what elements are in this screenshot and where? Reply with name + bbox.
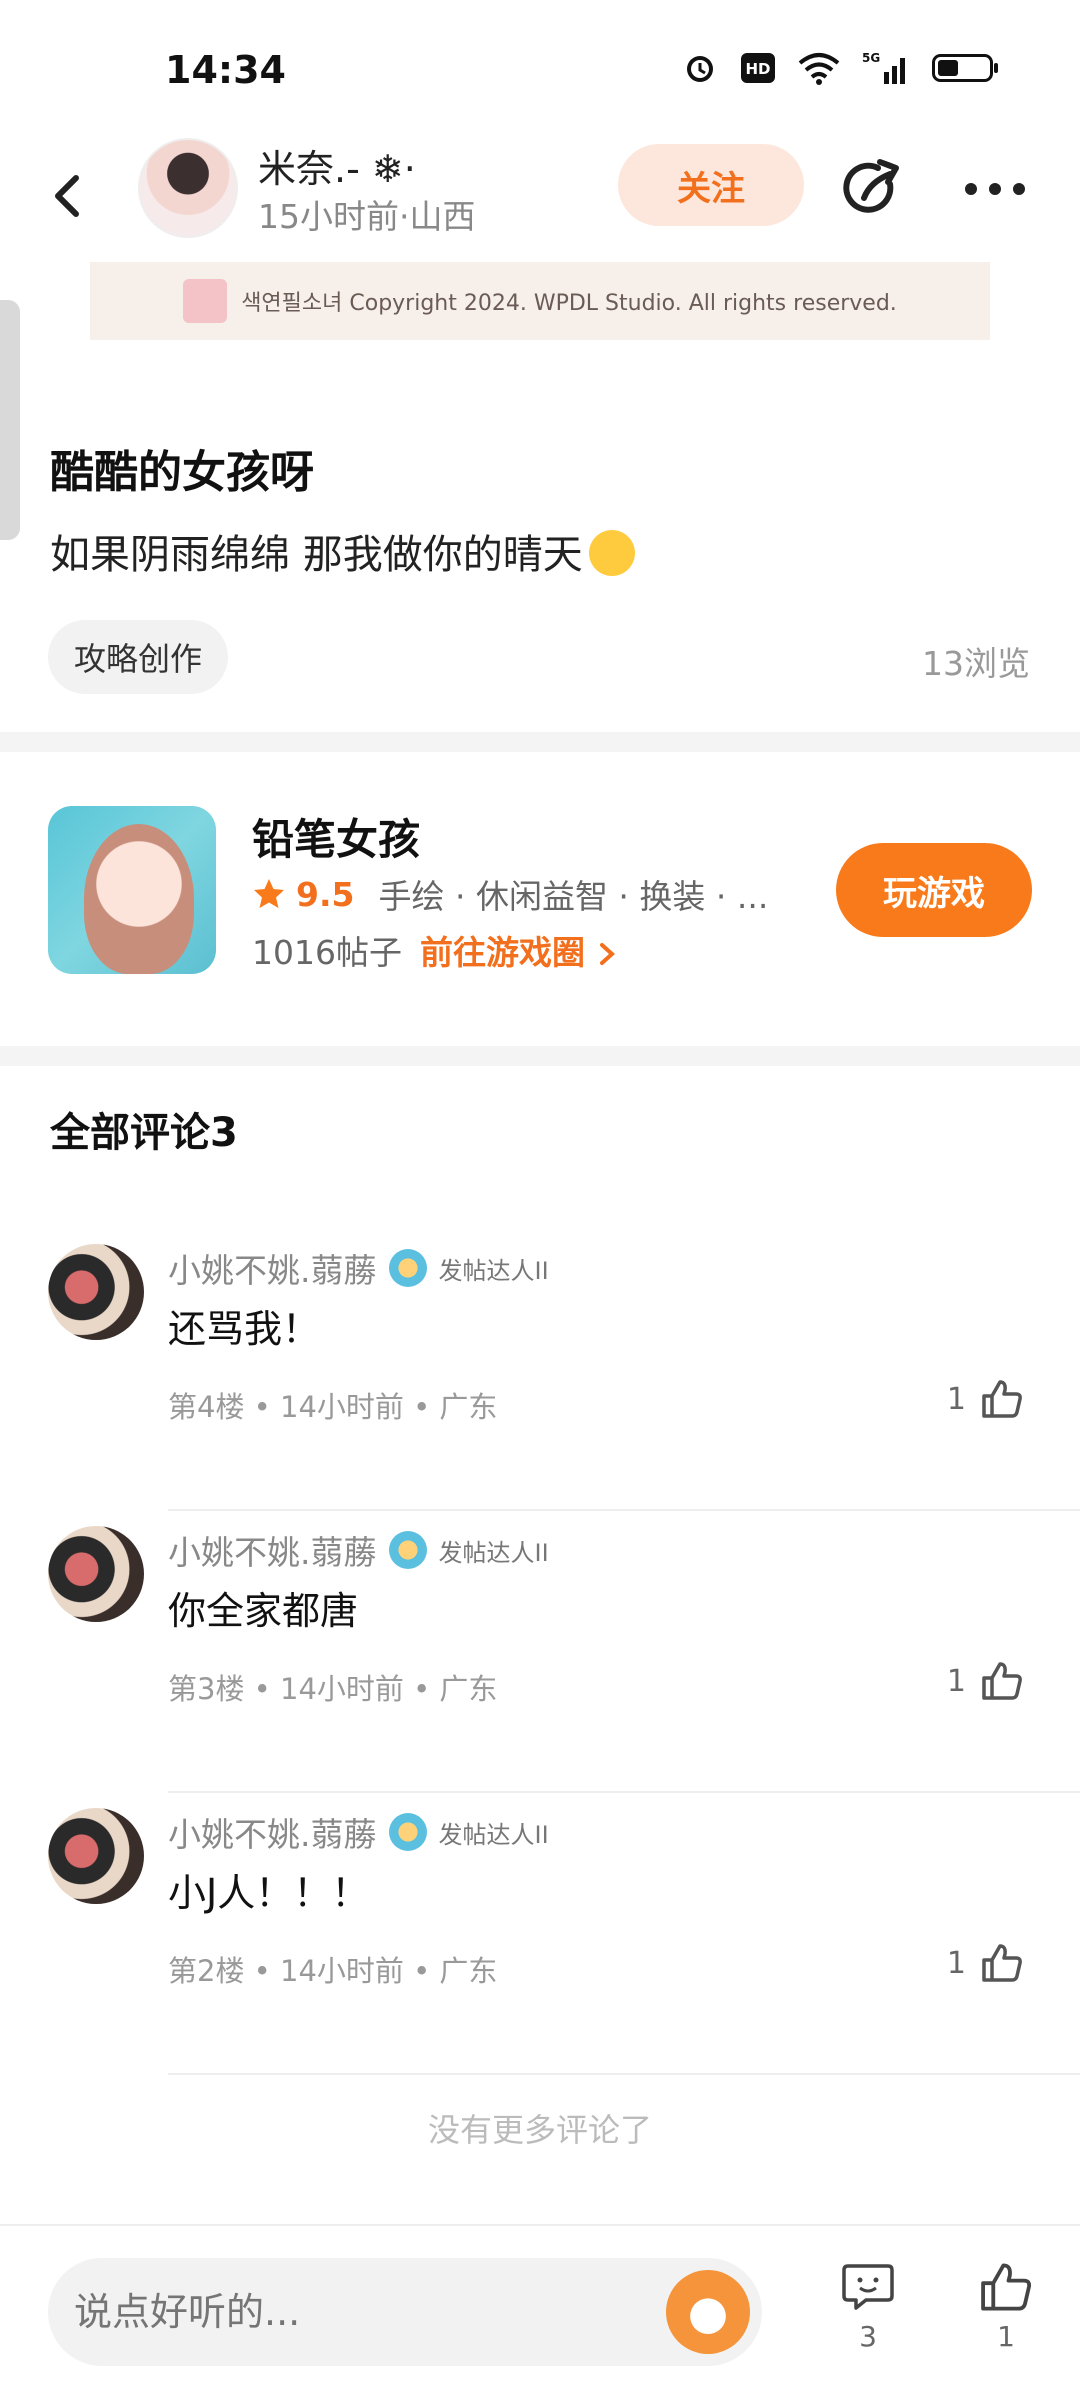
more-button[interactable] <box>955 154 1035 224</box>
comment-item: 小姚不姚.蒻蕂 发帖达人II 小J人！！！ 第2楼 • 14小时前 • 广东 1 <box>0 1794 1080 2076</box>
share-button[interactable] <box>840 154 910 224</box>
post-body: 如果阴雨绵绵 那我做你的晴天 <box>50 522 635 580</box>
comment-icon <box>842 2264 894 2310</box>
hd-icon: HD <box>740 52 776 84</box>
comment-item: 小姚不姚.蒻蕂 发帖达人II 还骂我！ 第4楼 • 14小时前 • 广东 1 <box>0 1230 1080 1512</box>
comment-text[interactable]: 还骂我！ <box>168 1298 320 1353</box>
thumbs-up-icon <box>982 1380 1022 1418</box>
badge-icon <box>388 1531 427 1569</box>
thumbs-up-icon <box>982 1944 1022 1982</box>
comment-meta: 第4楼 • 14小时前 • 广东 <box>168 1390 498 1424</box>
comment-like-button[interactable]: 1 <box>947 1942 1024 1984</box>
comment-like-count: 1 <box>946 1381 966 1417</box>
badge-icon <box>388 1813 427 1851</box>
like-count-button[interactable]: 1 <box>978 2260 1034 2353</box>
post-tag[interactable]: 攻略创作 <box>48 620 229 694</box>
alarm-icon <box>682 50 718 86</box>
wifi-icon <box>798 51 840 85</box>
follow-button[interactable]: 关注 <box>618 144 804 226</box>
avatar[interactable] <box>48 1244 144 1340</box>
svg-text:HD: HD <box>745 60 770 78</box>
author-name[interactable]: 米奈.- ❄· <box>258 138 416 193</box>
comment-input[interactable] <box>48 2258 762 2366</box>
comment-meta: 第2楼 • 14小时前 • 广东 <box>168 1954 498 1988</box>
bottom-bar-divider <box>0 2224 1080 2226</box>
badge-icon <box>388 1249 427 1287</box>
mascot-emoji-icon[interactable] <box>666 2270 750 2354</box>
thumbs-up-icon <box>981 2263 1032 2311</box>
comment-like-count: 1 <box>946 1945 966 1981</box>
game-rating: 9.5 <box>296 874 355 914</box>
post-header: 米奈.- ❄· 15小时前·山西 关注 <box>0 130 1080 260</box>
star-icon <box>254 879 284 908</box>
banner-thumbnail <box>183 279 228 323</box>
comment-username[interactable]: 小姚不姚.蒻蕂 <box>168 1244 377 1292</box>
comment-user: 小姚不姚.蒻蕂 发帖达人II <box>168 1808 549 1856</box>
comment-username[interactable]: 小姚不姚.蒻蕂 <box>168 1526 377 1574</box>
comment-divider <box>168 1791 1080 1793</box>
comment-user: 小姚不姚.蒻蕂 发帖达人II <box>168 1244 549 1292</box>
comment-like-button[interactable]: 1 <box>947 1660 1024 1702</box>
comment-count: 3 <box>859 2320 877 2353</box>
status-icons: HD 5G <box>682 50 1000 86</box>
goto-game-circle-link[interactable]: 前往游戏圈 <box>420 926 619 974</box>
battery-icon <box>932 52 1000 84</box>
comment-count-button[interactable]: 3 <box>840 2260 896 2353</box>
back-button[interactable] <box>40 160 100 230</box>
yawn-emoji-icon <box>588 530 635 576</box>
comment-divider <box>168 1509 1080 1511</box>
comment-user: 小姚不姚.蒻蕂 发帖达人II <box>168 1526 549 1574</box>
user-badge: 发帖达人II <box>438 1256 549 1285</box>
game-genres: 手绘 · 休闲益智 · 换装 · ... <box>378 877 769 916</box>
thumbs-up-icon <box>982 1662 1022 1700</box>
avatar[interactable] <box>48 1526 144 1622</box>
comment-like-count: 1 <box>946 1663 966 1699</box>
image-banner[interactable]: 색연필소녀 Copyright 2024. WPDL Studio. All r… <box>90 262 990 340</box>
more-icon <box>965 183 1025 195</box>
comments-header: 全部评论3 <box>50 1110 238 1156</box>
comment-item: 小姚不姚.蒻蕂 发帖达人II 你全家都唐 第3楼 • 14小时前 • 广东 1 <box>0 1512 1080 1794</box>
view-count: 13浏览 <box>922 644 1030 683</box>
comment-text[interactable]: 小J人！！！ <box>168 1862 369 1917</box>
chevron-right-icon <box>600 943 616 965</box>
banner-text: 색연필소녀 Copyright 2024. WPDL Studio. All r… <box>241 291 897 316</box>
game-rating-row: 9.5 手绘 · 休闲益智 · 换装 · ... <box>252 870 768 918</box>
share-icon <box>843 159 899 213</box>
section-divider <box>0 1046 1080 1066</box>
comment-meta: 第3楼 • 14小时前 • 广东 <box>168 1672 498 1706</box>
goto-game-circle-label: 前往游戏圈 <box>419 933 585 972</box>
author-avatar[interactable] <box>138 138 238 238</box>
game-post-count: 1016帖子 <box>252 933 402 972</box>
status-bar: 14:34 HD 5G <box>0 0 1080 130</box>
post-body-text: 如果阴雨绵绵 那我做你的晴天 <box>50 532 583 578</box>
back-icon <box>55 175 79 217</box>
comment-username[interactable]: 小姚不姚.蒻蕂 <box>168 1808 377 1856</box>
post-title: 酷酷的女孩呀 <box>50 447 314 498</box>
game-icon-character <box>84 824 194 974</box>
game-posts-row: 1016帖子 前往游戏圈 <box>252 926 618 974</box>
comment-divider <box>168 2073 1080 2075</box>
game-name[interactable]: 铅笔女孩 <box>252 806 420 867</box>
game-icon[interactable] <box>48 806 216 974</box>
edge-scroll-handle[interactable] <box>0 300 20 540</box>
status-time: 14:34 <box>165 48 286 92</box>
section-divider <box>0 732 1080 752</box>
signal-5g-icon: 5G <box>862 50 910 86</box>
like-count: 1 <box>997 2320 1015 2353</box>
user-badge: 发帖达人II <box>438 1820 549 1849</box>
user-badge: 发帖达人II <box>438 1538 549 1567</box>
play-game-button[interactable]: 玩游戏 <box>836 843 1032 937</box>
comment-like-button[interactable]: 1 <box>947 1378 1024 1420</box>
no-more-comments: 没有更多评论了 <box>427 2111 652 2149</box>
svg-text:5G: 5G <box>862 51 880 65</box>
avatar[interactable] <box>48 1808 144 1904</box>
comment-text[interactable]: 你全家都唐 <box>168 1580 358 1635</box>
author-meta: 15小时前·山西 <box>258 197 476 236</box>
